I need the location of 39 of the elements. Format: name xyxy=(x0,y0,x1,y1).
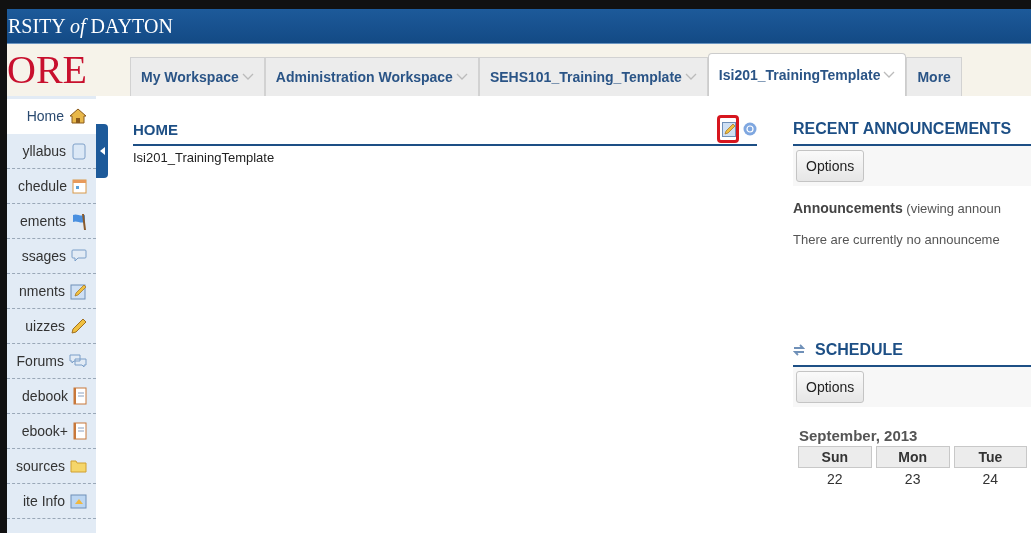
pencil-icon xyxy=(70,317,87,335)
panel-title: RECENT ANNOUNCEMENTS xyxy=(793,120,1012,138)
logo-text: ORE xyxy=(7,50,88,90)
options-button[interactable]: Options xyxy=(796,150,865,182)
site-tab[interactable]: More xyxy=(906,57,962,96)
speech-bubbles-icon xyxy=(69,353,87,369)
weekday-header: Mon xyxy=(875,446,950,468)
date-cell[interactable]: 23 xyxy=(875,468,950,490)
flag-icon xyxy=(71,212,87,230)
site-tab[interactable]: Isi201_TrainingTemplate xyxy=(707,53,907,96)
site-info-icon xyxy=(70,493,87,509)
edit-icon xyxy=(70,282,87,300)
refresh-icon[interactable] xyxy=(793,343,805,357)
empty-message: There are currently no announceme xyxy=(793,232,1001,247)
edit-icon[interactable] xyxy=(722,121,736,137)
notebook-icon xyxy=(73,422,87,440)
weekday-header: Tue xyxy=(953,446,1027,468)
sidebar-item[interactable]: Home xyxy=(7,99,96,134)
university-name: RSITY of DAYTON xyxy=(8,14,173,38)
panel-title: SCHEDULE xyxy=(815,341,903,359)
house-icon xyxy=(69,108,87,124)
help-icon[interactable] xyxy=(743,122,757,136)
date-cell[interactable]: 22 xyxy=(798,468,872,490)
announcements-heading: Announcements (viewing announ xyxy=(793,200,1002,216)
month-label: September, 2013 xyxy=(799,427,919,444)
collapse-handle[interactable] xyxy=(96,124,108,178)
weekday-header: Sun xyxy=(798,446,872,468)
site-tab[interactable]: SEHS101_Training_Template xyxy=(478,57,708,96)
scroll-icon xyxy=(71,142,87,160)
panel-title: HOME xyxy=(133,120,178,138)
site-name: Isi201_TrainingTemplate xyxy=(133,150,276,165)
speech-bubble-icon xyxy=(71,249,87,263)
calendar-icon xyxy=(72,178,87,194)
site-tab[interactable]: My Workspace xyxy=(130,57,265,96)
folder-icon xyxy=(70,459,87,473)
notebook-icon xyxy=(73,387,87,405)
site-tab[interactable]: Administration Workspace xyxy=(264,57,479,96)
date-cell[interactable]: 24 xyxy=(953,468,1027,490)
options-button[interactable]: Options xyxy=(796,371,865,403)
